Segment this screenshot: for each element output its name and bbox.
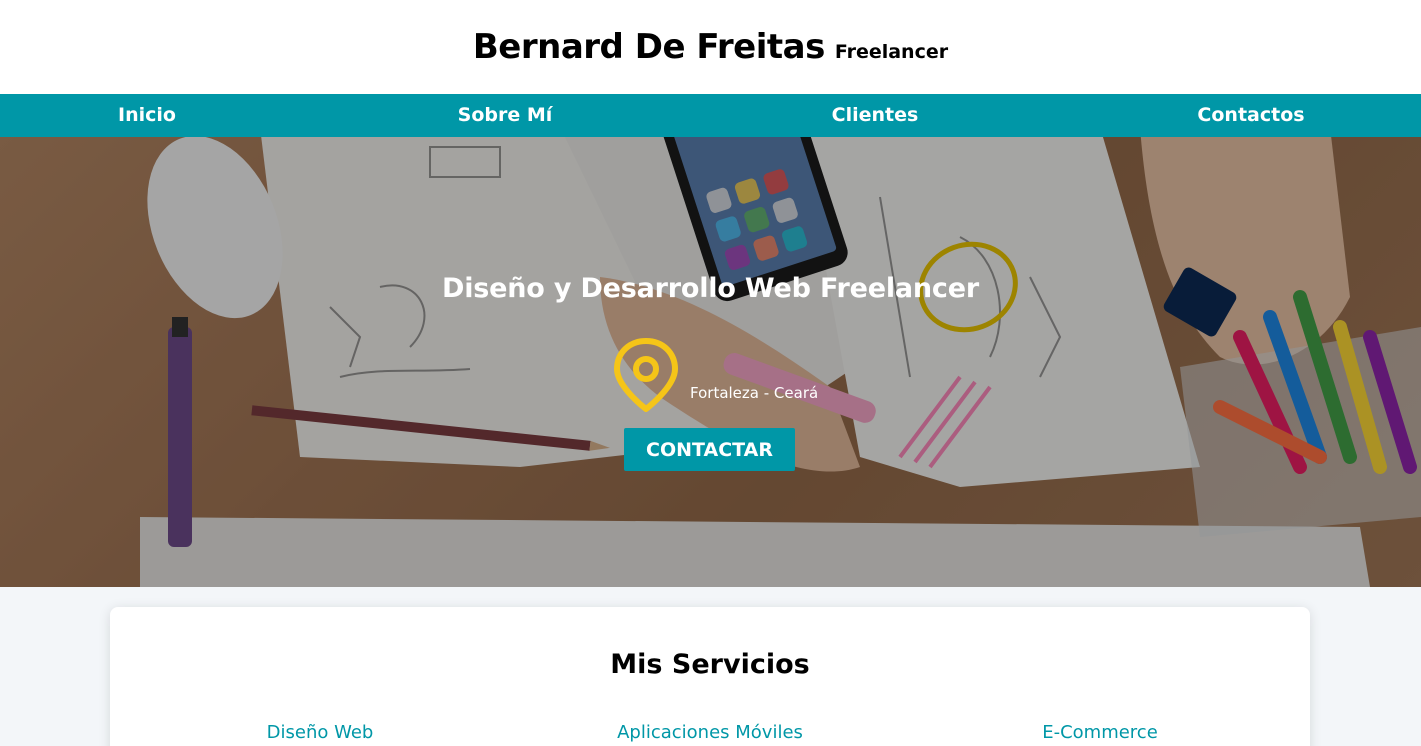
services-section: Mis Servicios Diseño Web Aplicaciones Mó… — [110, 607, 1310, 746]
site-header: Bernard De Freitas Freelancer — [0, 0, 1421, 94]
contact-button[interactable]: CONTACTAR — [624, 428, 795, 471]
hero-title: Diseño y Desarrollo Web Freelancer — [442, 273, 979, 304]
brand[interactable]: Bernard De Freitas Freelancer — [473, 27, 948, 67]
services-title: Mis Servicios — [610, 649, 810, 680]
location-text: Fortaleza - Ceará — [690, 384, 819, 402]
service-item-diseno-web[interactable]: Diseño Web — [267, 722, 374, 743]
nav-item-clientes[interactable]: Clientes — [832, 94, 919, 137]
nav-item-sobre-mi[interactable]: Sobre Mí — [458, 94, 553, 137]
map-pin-icon — [614, 338, 678, 412]
brand-name: Bernard De Freitas — [472, 27, 825, 67]
service-item-aplicaciones-moviles[interactable]: Aplicaciones Móviles — [617, 722, 803, 743]
main-nav: Inicio Sobre Mí Clientes Contactos — [0, 94, 1421, 137]
hero-banner: Diseño y Desarrollo Web Freelancer Forta… — [0, 137, 1421, 587]
service-item-e-commerce[interactable]: E-Commerce — [1042, 722, 1158, 743]
nav-item-contactos[interactable]: Contactos — [1197, 94, 1304, 137]
hero-overlay — [0, 137, 1421, 587]
nav-item-inicio[interactable]: Inicio — [118, 94, 176, 137]
brand-tagline: Freelancer — [834, 41, 949, 63]
